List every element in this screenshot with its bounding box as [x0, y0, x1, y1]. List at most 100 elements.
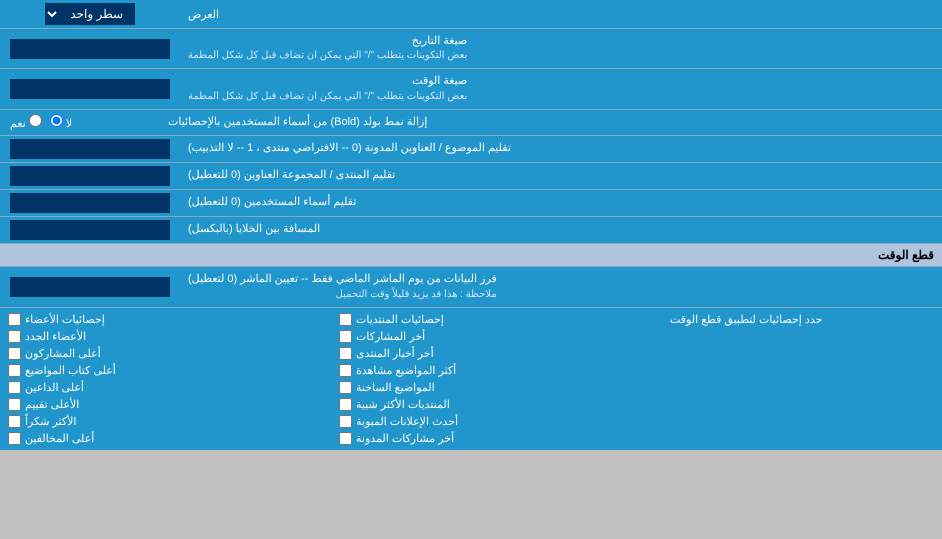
checkbox-label[interactable]: أكثر المواضيع مشاهدة: [339, 364, 456, 377]
date-format-title: صيغة التاريخ: [188, 34, 467, 49]
checkbox-row: أعلى كتاب المواضيع: [8, 362, 323, 379]
cell-spacing-row: المسافة بين الخلايا (بالبكسل) 2: [0, 217, 942, 244]
date-format-input[interactable]: d-m: [10, 39, 170, 59]
checkbox-cb_top_posters[interactable]: [8, 347, 21, 360]
cell-spacing-label: المسافة بين الخلايا (بالبكسل): [180, 217, 942, 243]
cutoff-section-title: قطع الوقت: [878, 248, 934, 262]
bold-label-text: إزالة نمط بولد (Bold) من أسماء المستخدمي…: [168, 115, 427, 130]
checkbox-cb_latest_posts[interactable]: [339, 330, 352, 343]
time-format-sublabel: بعض التكوينات يتطلب "/" التي يمكن ان تضا…: [188, 90, 467, 104]
checkbox-label[interactable]: أخر المشاركات: [339, 330, 425, 343]
checkbox-label[interactable]: أعلى المخالفين: [8, 432, 94, 445]
checkbox-cb_most_thanked[interactable]: [8, 415, 21, 428]
cutoff-value-label: فرز البيانات من يوم الماشر الماضي فقط --…: [180, 267, 942, 306]
checkbox-label[interactable]: أخر أخبار المنتدى: [339, 347, 434, 360]
bold-row: إزالة نمط بولد (Bold) من أسماء المستخدمي…: [0, 110, 942, 136]
checkbox-row: أكثر المواضيع مشاهدة: [339, 362, 654, 379]
checkbox-label[interactable]: الأعلى تقييم: [8, 398, 79, 411]
checkbox-row: الأعضاء الجدد: [8, 328, 323, 345]
display-label: العرض: [180, 0, 942, 28]
forum-titles-input-cell: 33: [0, 163, 180, 189]
checkbox-label[interactable]: المواضيع الساخنة: [339, 381, 435, 394]
forum-titles-input[interactable]: 33: [10, 166, 170, 186]
checkbox-row: الأكثر شكراً: [8, 413, 323, 430]
display-select[interactable]: سطر واحد سطرين ثلاثة أسطر: [45, 3, 135, 25]
checkbox-label[interactable]: أعلى الداعين: [8, 381, 84, 394]
checkbox-cb_new_members[interactable]: [8, 330, 21, 343]
checkbox-label[interactable]: أعلى كتاب المواضيع: [8, 364, 116, 377]
checkbox-cb_similar_forums[interactable]: [339, 398, 352, 411]
checkbox-cb_top_authors[interactable]: [8, 364, 21, 377]
checkbox-cb_most_viewed[interactable]: [339, 364, 352, 377]
checkboxes-col1: إحصائيات المنتديات أخر المشاركات أخر أخبار…: [331, 308, 662, 450]
bold-label: إزالة نمط بولد (Bold) من أسماء المستخدمي…: [160, 110, 942, 135]
checkbox-row: أخر المشاركات: [339, 328, 654, 345]
time-format-input[interactable]: H:i: [10, 79, 170, 99]
main-container: العرض سطر واحد سطرين ثلاثة أسطر صيغة الت…: [0, 0, 942, 450]
stats-limits-label: حدد إحصائيات لتطبيق قطع الوقت: [670, 313, 822, 326]
bold-radio-cell: لا نعم: [0, 110, 160, 135]
user-names-input-cell: 0: [0, 190, 180, 216]
checkbox-label[interactable]: إحصائيات الأعضاء: [8, 313, 105, 326]
forum-titles-label-text: تقليم المنتدى / المجموعة العناوين (0 للت…: [188, 168, 395, 183]
user-names-label-text: تقليم أسماء المستخدمين (0 للتعطيل): [188, 195, 356, 210]
checkbox-cb_top_rated[interactable]: [8, 398, 21, 411]
display-row: العرض سطر واحد سطرين ثلاثة أسطر: [0, 0, 942, 29]
cutoff-value-input[interactable]: 0: [10, 277, 170, 297]
cell-spacing-label-text: المسافة بين الخلايا (بالبكسل): [188, 222, 320, 237]
checkbox-row: أخر مشاركات المدونة: [339, 430, 654, 447]
checkbox-row: الأعلى تقييم: [8, 396, 323, 413]
checkbox-row: أحدث الإعلانات المبوبة: [339, 413, 654, 430]
bold-yes-radio[interactable]: [29, 114, 42, 127]
time-format-row: صيغة الوقت بعض التكوينات يتطلب "/" التي …: [0, 69, 942, 109]
time-format-input-cell: H:i: [0, 69, 180, 108]
checkbox-cb_recent_ads[interactable]: [339, 415, 352, 428]
bold-no-radio[interactable]: [50, 114, 63, 127]
checkbox-row: أعلى الداعين: [8, 379, 323, 396]
checkbox-label[interactable]: أخر مشاركات المدونة: [339, 432, 454, 445]
stats-container: حدد إحصائيات لتطبيق قطع الوقت إحصائيات ا…: [0, 308, 942, 450]
cutoff-value-input-cell: 0: [0, 267, 180, 306]
checkbox-label[interactable]: إحصائيات المنتديات: [339, 313, 444, 326]
checkbox-label[interactable]: المنتديات الأكثر شبية: [339, 398, 450, 411]
date-format-input-cell: d-m: [0, 29, 180, 68]
user-names-input[interactable]: 0: [10, 193, 170, 213]
checkbox-row: أعلى المشاركون: [8, 345, 323, 362]
checkbox-row: إحصائيات المنتديات: [339, 311, 654, 328]
cutoff-value-note: ملاحظة : هذا قد يزيد قليلاً وقت التحميل: [188, 288, 497, 302]
checkbox-cb_posts[interactable]: [339, 313, 352, 326]
checkbox-label[interactable]: أعلى المشاركون: [8, 347, 101, 360]
checkbox-row: المواضيع الساخنة: [339, 379, 654, 396]
cutoff-section-header: قطع الوقت: [0, 244, 942, 267]
checkbox-label[interactable]: الأعضاء الجدد: [8, 330, 86, 343]
checkboxes-col2: إحصائيات الأعضاء الأعضاء الجدد أعلى المشار…: [0, 308, 331, 450]
cell-spacing-input[interactable]: 2: [10, 220, 170, 240]
bold-no-label[interactable]: لا: [50, 114, 72, 130]
checkbox-cb_latest_blogs[interactable]: [339, 432, 352, 445]
checkbox-label[interactable]: الأكثر شكراً: [8, 415, 76, 428]
checkbox-row: إحصائيات الأعضاء: [8, 311, 323, 328]
checkbox-cb_top_posters2[interactable]: [8, 381, 21, 394]
checkbox-cb_old_topics[interactable]: [339, 381, 352, 394]
date-format-label: صيغة التاريخ بعض التكوينات يتطلب "/" الت…: [180, 29, 942, 68]
topic-titles-input[interactable]: 33: [10, 139, 170, 159]
topic-titles-label: تقليم الموضوع / العناوين المدونة (0 -- ا…: [180, 136, 942, 162]
display-label-text: العرض: [188, 8, 219, 21]
cell-spacing-input-cell: 2: [0, 217, 180, 243]
forum-titles-row: تقليم المنتدى / المجموعة العناوين (0 للت…: [0, 163, 942, 190]
topic-titles-label-text: تقليم الموضوع / العناوين المدونة (0 -- ا…: [188, 141, 511, 156]
display-input-cell: سطر واحد سطرين ثلاثة أسطر: [0, 0, 180, 28]
topic-titles-input-cell: 33: [0, 136, 180, 162]
date-format-sublabel: بعض التكوينات يتطلب "/" التي يمكن ان تضا…: [188, 49, 467, 63]
user-names-label: تقليم أسماء المستخدمين (0 للتعطيل): [180, 190, 942, 216]
checkbox-label[interactable]: أحدث الإعلانات المبوبة: [339, 415, 458, 428]
stats-label-col: حدد إحصائيات لتطبيق قطع الوقت: [662, 308, 942, 450]
date-format-row: صيغة التاريخ بعض التكوينات يتطلب "/" الت…: [0, 29, 942, 69]
checkbox-cb_top_visitors[interactable]: [8, 432, 21, 445]
checkbox-cb_forum_news[interactable]: [339, 347, 352, 360]
stats-checkboxes: إحصائيات المنتديات أخر المشاركات أخر أخبار…: [0, 308, 662, 450]
cutoff-value-label-text: فرز البيانات من يوم الماشر الماضي فقط --…: [188, 272, 497, 287]
bold-yes-label[interactable]: نعم: [10, 114, 42, 130]
checkbox-cb_members_stats[interactable]: [8, 313, 21, 326]
checkbox-row: المنتديات الأكثر شبية: [339, 396, 654, 413]
